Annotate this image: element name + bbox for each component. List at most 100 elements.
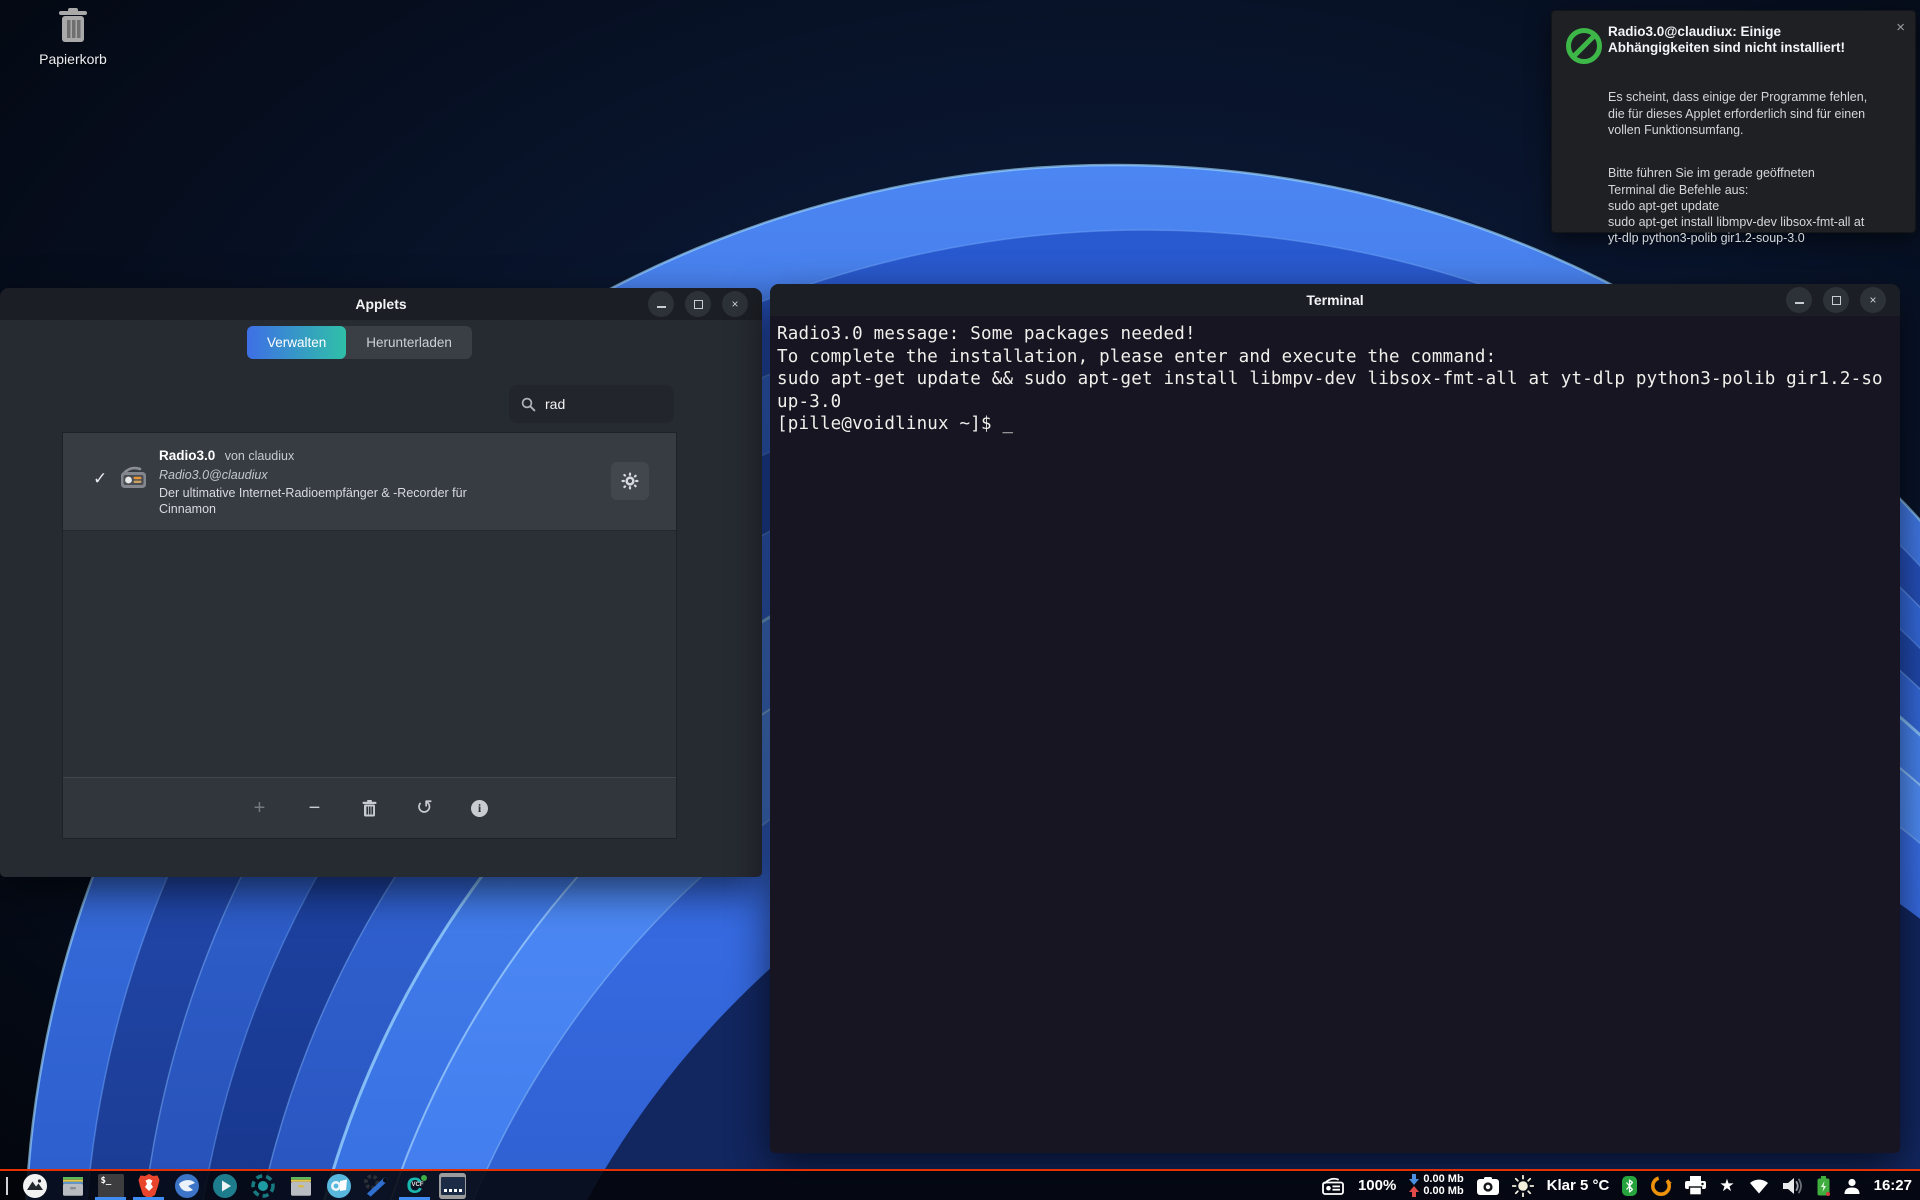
close-button[interactable]: × — [722, 291, 748, 317]
system-tools-button[interactable] — [363, 1171, 390, 1200]
brave-browser-button[interactable] — [135, 1171, 162, 1200]
radio-applet-tray-icon[interactable] — [1321, 1177, 1345, 1195]
taskbar-terminal-button[interactable]: $_ — [97, 1171, 124, 1200]
wifi-icon[interactable] — [1748, 1177, 1770, 1194]
info-icon: i — [471, 800, 488, 817]
download-arrow-icon — [1409, 1174, 1419, 1185]
system-tray: 100% 0.00 Mb 0.00 Mb — [1321, 1171, 1912, 1200]
minimize-button[interactable] — [648, 291, 674, 317]
network-monitor[interactable]: 0.00 Mb 0.00 Mb — [1409, 1174, 1463, 1197]
file-cabinet-icon — [288, 1173, 314, 1199]
notification-title: Radio3.0@claudiux: Einige Abhängigkeiten… — [1608, 24, 1878, 57]
terminal-line: up-3.0 — [777, 391, 1896, 414]
uninstall-applet-button[interactable] — [359, 797, 381, 819]
applet-uuid: Radio3.0@claudiux — [159, 468, 504, 482]
net-down-value: 0.00 Mb — [1423, 1174, 1463, 1186]
weather-label: Klar 5 °C — [1547, 1177, 1610, 1194]
radio-tray-app-button[interactable] — [249, 1171, 276, 1200]
applet-list: ✓ Radio3.0 von claudiux Radio3.0@claudiu… — [62, 432, 677, 839]
terminal-minimize-button[interactable] — [1786, 287, 1812, 313]
photos-app-button[interactable] — [325, 1171, 352, 1200]
c-vcf-icon: C VCF — [402, 1173, 428, 1199]
applet-author: von claudiux — [225, 449, 295, 463]
battery-icon[interactable] — [1817, 1176, 1830, 1196]
vcf-letters: VCF — [412, 1182, 424, 1188]
terminal-line: sudo apt-get update && sudo apt-get inst… — [777, 368, 1896, 391]
tab-verwalten[interactable]: Verwalten — [247, 326, 346, 359]
show-desktop-divider[interactable] — [6, 1177, 8, 1195]
weather-sun-icon[interactable] — [1512, 1175, 1534, 1197]
radio-volume-label: 100% — [1358, 1177, 1396, 1194]
close-icon: × — [731, 298, 738, 310]
brave-icon — [137, 1173, 161, 1199]
gear-icon — [621, 472, 639, 490]
add-applet-button[interactable]: + — [249, 797, 271, 819]
applet-configure-button[interactable] — [611, 462, 649, 500]
terminal-maximize-button[interactable] — [1823, 287, 1849, 313]
menu-icon — [22, 1173, 48, 1199]
error-prohibited-icon — [1565, 27, 1603, 70]
terminal-output[interactable]: Radio3.0 message: Some packages needed! … — [770, 315, 1900, 1153]
printer-icon[interactable] — [1685, 1176, 1706, 1195]
minimize-icon — [1795, 302, 1804, 304]
search-icon — [521, 397, 536, 412]
media-player-button[interactable] — [211, 1171, 238, 1200]
tab-herunterladen[interactable]: Herunterladen — [346, 326, 472, 359]
user-account-icon[interactable] — [1843, 1177, 1861, 1195]
notification-body: Es scheint, dass einige der Programme fe… — [1608, 73, 1903, 263]
desktop-trash-shortcut[interactable]: Papierkorb — [18, 6, 128, 67]
taskbar-launchers: $_ — [4, 1171, 466, 1200]
notification-close-icon[interactable]: × — [1896, 19, 1905, 36]
thunderbird-icon — [174, 1173, 200, 1199]
applets-titlebar[interactable]: Applets × — [0, 288, 762, 320]
applets-window: Applets × Verwalten Herunterladen ✓ — [0, 288, 762, 877]
upload-arrow-icon — [1409, 1186, 1419, 1197]
minimize-icon — [657, 306, 666, 308]
maximize-icon — [1832, 296, 1841, 305]
trash-icon — [18, 6, 128, 47]
notification-instructions: Bitte führen Sie im gerade geöffneten Te… — [1608, 165, 1903, 246]
trash-label: Papierkorb — [39, 51, 107, 67]
delete-trash-icon — [362, 800, 377, 817]
terminal-close-button[interactable]: × — [1860, 287, 1886, 313]
terminal-window-title: Terminal — [1306, 292, 1363, 308]
play-circle-icon — [212, 1173, 238, 1199]
about-applet-button[interactable]: i — [469, 797, 491, 819]
favorites-star-icon[interactable]: ★ — [1719, 1177, 1734, 1194]
applet-name: Radio3.0 — [159, 448, 215, 463]
vcf-app-button[interactable]: C VCF — [401, 1171, 428, 1200]
terminal-app-icon: $_ — [98, 1174, 124, 1198]
spices-update-icon[interactable] — [1650, 1175, 1672, 1197]
notification-paragraph: Es scheint, dass einige der Programme fe… — [1608, 89, 1903, 138]
photos-icon — [326, 1173, 352, 1199]
applet-search-box[interactable] — [509, 385, 674, 423]
maximize-button[interactable] — [685, 291, 711, 317]
maximize-icon — [694, 300, 703, 309]
terminal-titlebar[interactable]: Terminal × — [770, 284, 1900, 316]
terminal-prompt-line: [pille@voidlinux ~]$ _ — [777, 413, 1896, 436]
restore-defaults-button[interactable]: ↺ — [414, 797, 436, 819]
applet-title-line: Radio3.0 von claudiux — [159, 447, 504, 465]
bluetooth-icon[interactable] — [1622, 1176, 1637, 1196]
volume-icon[interactable] — [1783, 1177, 1804, 1195]
remove-applet-button[interactable]: − — [304, 797, 326, 819]
applet-description: Der ultimative Internet-Radioempfänger &… — [159, 485, 504, 517]
applet-row-radio3[interactable]: ✓ Radio3.0 von claudiux Radio3.0@claudiu… — [63, 433, 676, 531]
tools-icon — [363, 1173, 390, 1199]
menu-button[interactable] — [21, 1171, 48, 1200]
file-manager-button[interactable] — [59, 1171, 86, 1200]
applets-tab-switcher: Verwalten Herunterladen — [247, 326, 472, 359]
installed-check-icon: ✓ — [93, 469, 107, 489]
applets-window-title: Applets — [355, 296, 406, 312]
notification-popup[interactable]: Radio3.0@claudiux: Einige Abhängigkeiten… — [1551, 10, 1916, 233]
close-icon: × — [1869, 294, 1876, 306]
screenshot-tray-icon[interactable] — [1477, 1177, 1499, 1195]
archive-manager-button[interactable] — [287, 1171, 314, 1200]
taskbar-panel: $_ — [0, 1169, 1920, 1200]
search-input[interactable] — [543, 395, 657, 413]
thunderbird-button[interactable] — [173, 1171, 200, 1200]
window-thumbnail-icon — [439, 1173, 466, 1199]
window-preview-button[interactable] — [439, 1171, 466, 1200]
green-dot — [421, 1175, 427, 1181]
clock[interactable]: 16:27 — [1874, 1177, 1912, 1194]
